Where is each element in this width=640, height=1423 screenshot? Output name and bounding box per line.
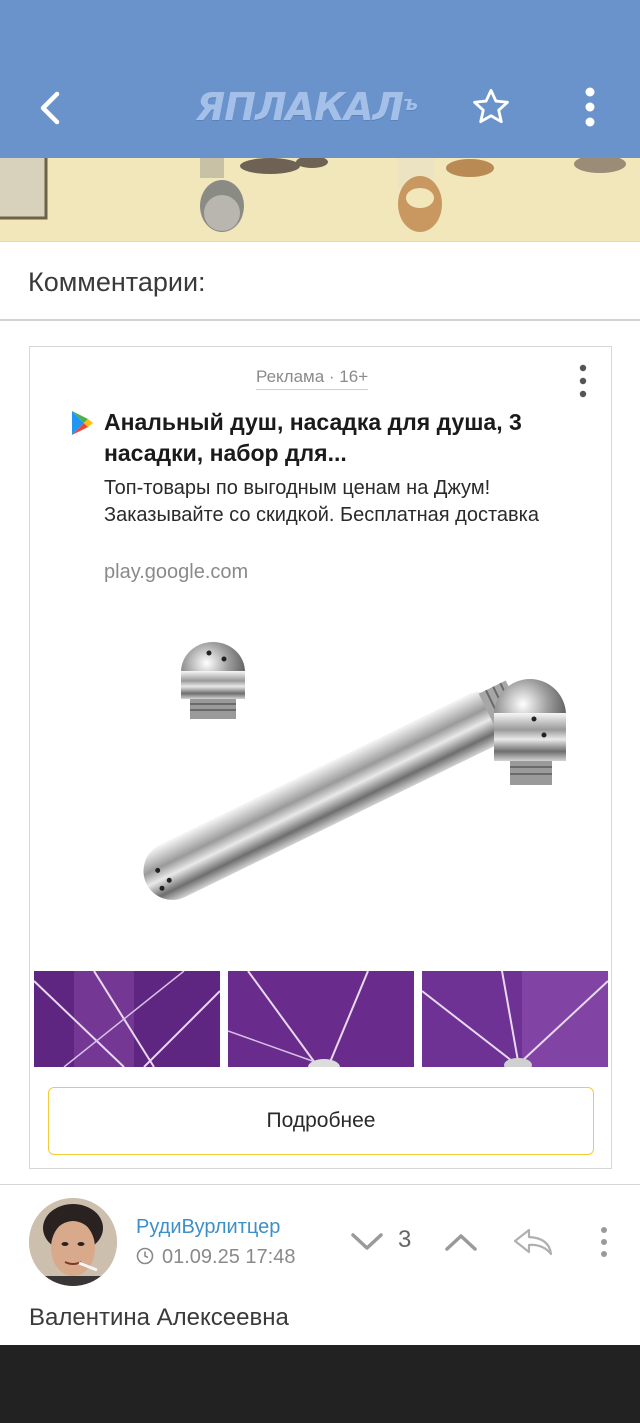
comments-section-header: Комментарии: xyxy=(0,243,640,321)
reply-button[interactable] xyxy=(508,1222,558,1262)
ad-domain: play.google.com xyxy=(104,561,249,583)
app-logo-suffix: ъ xyxy=(403,91,418,115)
overflow-menu-button[interactable] xyxy=(566,82,614,132)
comment-text: Валентина Алексеевна xyxy=(29,1304,289,1331)
ad-thumbnail[interactable] xyxy=(34,971,220,1067)
system-navigation-bar xyxy=(0,1345,640,1423)
vote-down-button[interactable] xyxy=(348,1224,386,1260)
ad-card[interactable]: Реклама · 16+ Анальный душ, насадка для … xyxy=(29,346,612,1169)
vertical-dots-icon xyxy=(579,364,587,398)
comments-heading: Комментарии: xyxy=(28,267,206,297)
ad-thumbnails xyxy=(34,971,608,1067)
water-spray-image xyxy=(422,971,608,1067)
comment-timestamp: 01.09.25 17:48 xyxy=(162,1246,296,1268)
post-image-strip xyxy=(0,158,640,242)
illustration-feet xyxy=(0,158,640,241)
comment-menu-button[interactable] xyxy=(590,1222,618,1262)
ad-title[interactable]: Анальный душ, насадка для душа, 3 насадк… xyxy=(104,407,594,469)
page: ЯПЛАКАЛъ Комментарии: Реклама · 16+ Анал… xyxy=(0,0,640,1423)
vertical-dots-icon xyxy=(585,87,595,127)
ad-menu-button[interactable] xyxy=(568,363,598,399)
app-logo-text: ЯПЛАКАЛ xyxy=(196,85,404,129)
ad-thumbnail[interactable] xyxy=(228,971,414,1067)
avatar[interactable] xyxy=(29,1198,117,1286)
comment-username[interactable]: РудиВурлитцер xyxy=(136,1216,280,1239)
user-avatar-image xyxy=(29,1198,117,1286)
ad-cta-button[interactable]: Подробнее xyxy=(48,1087,594,1155)
ad-thumbnail[interactable] xyxy=(422,971,608,1067)
vote-up-button[interactable] xyxy=(442,1224,480,1260)
chevron-down-icon xyxy=(351,1233,383,1250)
favorite-button[interactable] xyxy=(466,82,516,132)
reply-icon xyxy=(513,1228,553,1256)
app-header: ЯПЛАКАЛъ xyxy=(0,0,640,158)
comment-score: 3 xyxy=(398,1226,412,1253)
divider xyxy=(0,1184,640,1185)
vertical-dots-icon xyxy=(601,1227,607,1257)
clock-icon xyxy=(136,1247,154,1265)
google-play-icon xyxy=(72,411,93,435)
ad-label: Реклама · 16+ xyxy=(256,367,369,390)
app-logo: ЯПЛАКАЛъ xyxy=(196,84,418,130)
back-button[interactable] xyxy=(22,80,78,136)
star-outline-icon xyxy=(473,88,509,124)
water-spray-image xyxy=(228,971,414,1067)
ad-product-image[interactable] xyxy=(34,597,608,967)
chevron-left-icon xyxy=(40,91,60,125)
water-spray-image xyxy=(34,971,220,1067)
ad-description: Топ-товары по выгодным ценам на Джум! За… xyxy=(104,477,539,526)
chevron-up-icon xyxy=(445,1234,477,1251)
